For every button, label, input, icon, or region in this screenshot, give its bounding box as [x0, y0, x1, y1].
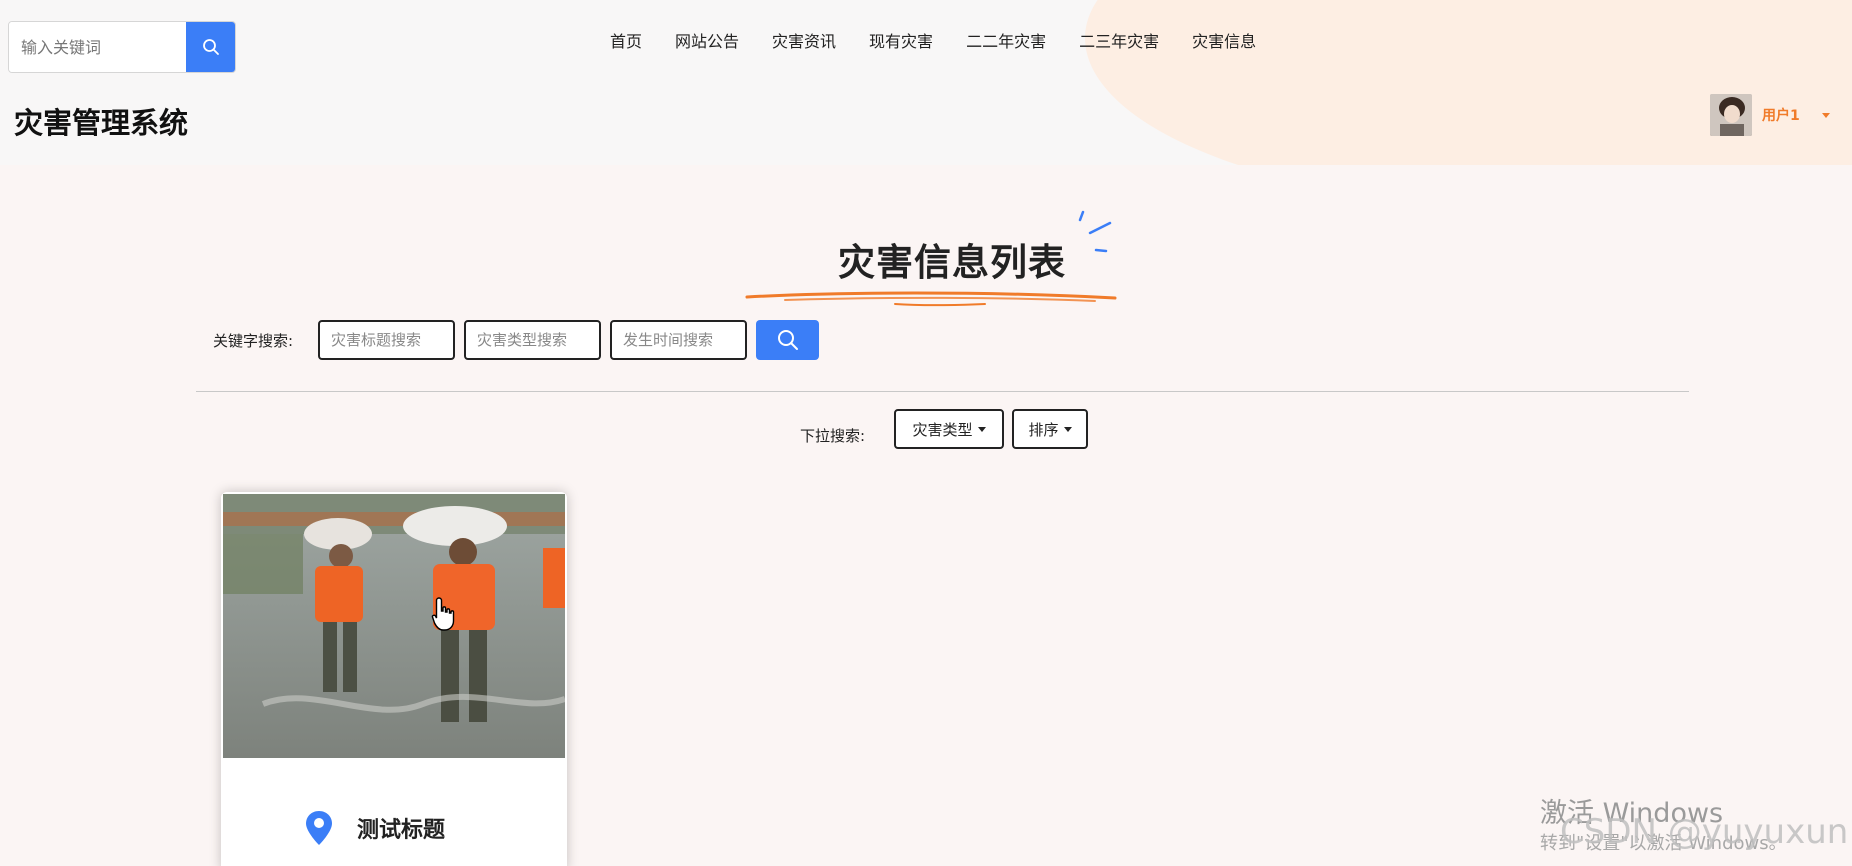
avatar-image: [1710, 94, 1752, 136]
disaster-type-dropdown[interactable]: 灾害类型: [894, 409, 1004, 449]
sparkle-decoration-icon: [1078, 210, 1112, 253]
disaster-type-dropdown-label: 灾害类型: [912, 420, 973, 439]
header-search-input[interactable]: [9, 22, 186, 72]
page-title: 灾害信息列表: [838, 241, 1066, 284]
disaster-card[interactable]: 测试标题: [221, 492, 567, 866]
avatar[interactable]: [1710, 94, 1752, 136]
chevron-down-icon[interactable]: [1821, 112, 1830, 118]
search-icon: [202, 39, 219, 55]
header-search-button[interactable]: [186, 22, 235, 72]
nav-item-home[interactable]: 首页: [610, 28, 642, 52]
nav-item-current-disasters[interactable]: 现有灾害: [869, 28, 933, 52]
nav-item-disaster-info[interactable]: 灾害信息: [1192, 28, 1256, 52]
sort-dropdown-label: 排序: [1028, 420, 1059, 439]
title-underline: [745, 291, 1117, 307]
keyword-search-button[interactable]: [756, 320, 819, 360]
csdn-watermark: CSDN @yuyuxun1: [1560, 812, 1852, 852]
chevron-down-icon: [1063, 426, 1072, 432]
hand-cursor-icon: [431, 597, 455, 631]
site-title[interactable]: 灾害管理系统: [14, 100, 188, 142]
dropdown-search-label: 下拉搜索:: [800, 427, 866, 445]
card-image[interactable]: [223, 494, 565, 758]
keyword-search-label: 关键字搜索:: [213, 332, 294, 350]
divider: [196, 391, 1689, 392]
nav-item-2022-disasters[interactable]: 二二年灾害: [966, 28, 1046, 52]
nav-item-2023-disasters[interactable]: 二三年灾害: [1079, 28, 1159, 52]
user-name[interactable]: 用户1: [1762, 105, 1800, 125]
card-title-row[interactable]: 测试标题: [305, 810, 445, 846]
card-title[interactable]: 测试标题: [357, 812, 445, 844]
header-search: [8, 21, 236, 73]
sort-dropdown[interactable]: 排序: [1012, 409, 1088, 449]
nav-item-news[interactable]: 灾害资讯: [772, 28, 836, 52]
user-menu[interactable]: 用户1: [1710, 94, 1830, 136]
title-search-input[interactable]: [318, 320, 455, 360]
nav-item-announcements[interactable]: 网站公告: [675, 28, 739, 52]
header-decoration: [1085, 0, 1852, 165]
location-pin-icon: [306, 811, 332, 845]
type-search-input[interactable]: [464, 320, 601, 360]
main-nav: 首页 网站公告 灾害资讯 现有灾害 二二年灾害 二三年灾害 灾害信息: [610, 28, 1289, 52]
chevron-down-icon: [977, 426, 986, 432]
search-icon: [777, 330, 798, 350]
header: 首页 网站公告 灾害资讯 现有灾害 二二年灾害 二三年灾害 灾害信息 灾害管理系…: [0, 0, 1852, 165]
time-search-input[interactable]: [610, 320, 747, 360]
